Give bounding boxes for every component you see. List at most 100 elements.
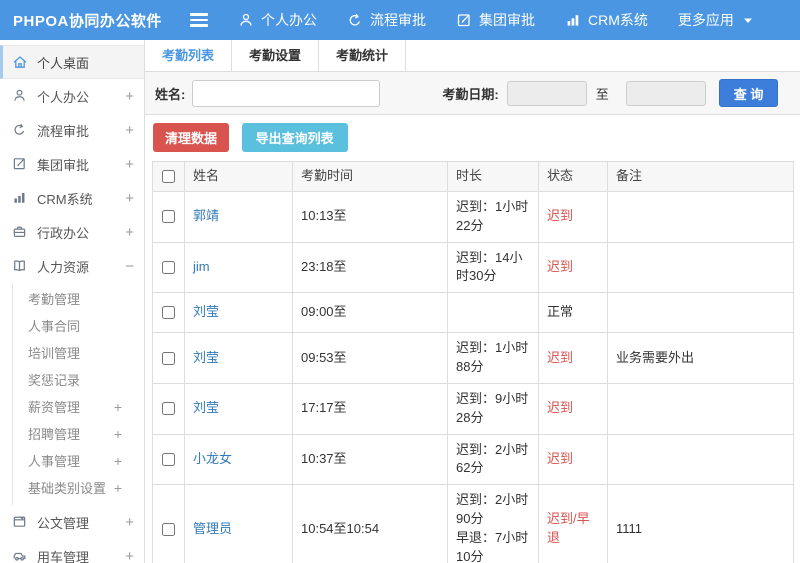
- late-duration: 迟到：9小时28分: [456, 390, 529, 425]
- date-to-separator: 至: [595, 86, 609, 102]
- sidebar-subitem-training-management[interactable]: 培训管理: [13, 339, 144, 366]
- home-icon: [12, 54, 28, 70]
- table-row: 刘莹 17:17至 迟到：9小时28分 迟到: [152, 382, 794, 435]
- expand-indicator[interactable]: +: [125, 190, 134, 207]
- table-row: 郭靖 10:13至 迟到：1小时22分 迟到: [152, 190, 794, 243]
- sidebar-item-label: 个人桌面: [37, 55, 90, 71]
- employee-name-link[interactable]: 刘莹: [193, 350, 219, 365]
- duration-cell: 迟到：1小时88分: [447, 332, 539, 384]
- status-text: 正常: [538, 292, 608, 334]
- expand-indicator[interactable]: +: [125, 122, 134, 139]
- sidebar-item-human-resources[interactable]: 人力资源 −: [0, 249, 144, 283]
- expand-indicator[interactable]: +: [114, 399, 122, 415]
- attendance-time: 09:00至: [292, 292, 448, 334]
- select-all-checkbox[interactable]: [162, 170, 175, 184]
- sidebar-subitem-reward-punishment[interactable]: 奖惩记录: [13, 366, 144, 393]
- date-to-input[interactable]: [625, 80, 706, 106]
- user-icon: [12, 88, 28, 104]
- sidebar-item-label: 用车管理: [37, 549, 90, 563]
- top-nav: 个人办公 流程审批 集团审批 CRM系统 更多应用: [238, 10, 753, 30]
- row-checkbox[interactable]: [162, 306, 175, 320]
- note-text: 1111: [607, 484, 794, 563]
- nav-group-approval[interactable]: 集团审批: [456, 10, 535, 30]
- user-icon: [238, 12, 254, 28]
- row-checkbox[interactable]: [162, 210, 175, 224]
- late-duration: 迟到：1小时22分: [456, 198, 529, 233]
- name-label: 姓名:: [155, 86, 186, 102]
- col-header-name: 姓名: [184, 161, 293, 192]
- employee-name-link[interactable]: 郭靖: [193, 208, 219, 223]
- sidebar-subitem-recruitment-management[interactable]: 招聘管理 +: [13, 420, 144, 447]
- expand-indicator[interactable]: +: [125, 88, 134, 105]
- tab-attendance-statistics[interactable]: 考勤统计: [319, 40, 406, 71]
- employee-name-link[interactable]: jim: [193, 259, 210, 274]
- sidebar-subitem-attendance-management[interactable]: 考勤管理: [13, 285, 144, 312]
- sidebar-item-label: 流程审批: [37, 123, 90, 139]
- query-button[interactable]: 查 询: [718, 79, 779, 107]
- sidebar-subitem-personnel-management[interactable]: 人事管理 +: [13, 447, 144, 474]
- process-icon: [347, 12, 363, 28]
- late-duration: 迟到：2小时62分: [456, 441, 529, 476]
- process-icon: [12, 122, 28, 138]
- sidebar-subitem-label: 奖惩记录: [28, 373, 81, 388]
- row-checkbox[interactable]: [162, 522, 175, 536]
- expand-indicator[interactable]: +: [125, 514, 134, 531]
- nav-crm-system[interactable]: CRM系统: [565, 10, 648, 30]
- expand-indicator[interactable]: +: [125, 224, 134, 241]
- employee-name-link[interactable]: 刘莹: [193, 304, 219, 319]
- sidebar-item-personal-office[interactable]: 个人办公 +: [0, 79, 144, 113]
- note-text: [607, 433, 794, 486]
- late-duration: 迟到：1小时88分: [456, 340, 529, 375]
- sidebar-subitem-label: 培训管理: [28, 346, 81, 361]
- nav-label: 集团审批: [479, 12, 535, 28]
- expand-indicator[interactable]: +: [114, 480, 122, 496]
- sidebar-item-personal-desktop[interactable]: 个人桌面: [0, 45, 144, 79]
- duration-cell: 迟到：1小时22分: [447, 190, 539, 243]
- sidebar-subitem-salary-management[interactable]: 薪资管理 +: [13, 393, 144, 420]
- expand-indicator[interactable]: +: [125, 156, 134, 173]
- employee-name-link[interactable]: 小龙女: [193, 451, 232, 466]
- status-text: 迟到: [538, 332, 608, 384]
- main-area: 考勤列表 考勤设置 考勤统计 姓名: 考勤日期: 至 查 询 清理数据 导出查询…: [145, 40, 800, 563]
- sidebar-item-group-approval[interactable]: 集团审批 +: [0, 147, 144, 181]
- tab-attendance-list[interactable]: 考勤列表: [145, 40, 232, 71]
- hamburger-menu-icon[interactable]: [190, 10, 210, 30]
- row-checkbox[interactable]: [162, 261, 175, 275]
- export-list-button[interactable]: 导出查询列表: [241, 123, 348, 152]
- expand-indicator[interactable]: +: [125, 548, 134, 563]
- nav-process-approval[interactable]: 流程审批: [347, 10, 426, 30]
- note-text: [607, 241, 794, 294]
- nav-label: 更多应用: [677, 12, 734, 28]
- employee-name-link[interactable]: 管理员: [193, 521, 232, 536]
- bar-chart-icon: [565, 12, 581, 28]
- sidebar-item-label: 公文管理: [37, 515, 90, 531]
- sidebar-subitem-hr-contract[interactable]: 人事合同: [13, 312, 144, 339]
- sidebar-item-document-management[interactable]: 公文管理 +: [0, 505, 144, 539]
- sidebar-item-vehicle-management[interactable]: 用车管理 +: [0, 539, 144, 563]
- caret-down-icon: [743, 16, 753, 25]
- sidebar-item-crm-system[interactable]: CRM系统 +: [0, 181, 144, 215]
- row-checkbox[interactable]: [162, 453, 175, 467]
- attendance-time: 10:13至: [292, 190, 448, 243]
- clean-data-button[interactable]: 清理数据: [153, 123, 230, 152]
- attendance-time: 17:17至: [292, 382, 448, 435]
- expand-indicator[interactable]: +: [114, 426, 122, 442]
- row-checkbox[interactable]: [162, 402, 175, 416]
- status-text: 迟到: [538, 241, 608, 294]
- collapse-indicator[interactable]: −: [125, 258, 134, 275]
- employee-name-link[interactable]: 刘莹: [193, 400, 219, 415]
- sidebar-subitem-base-category-settings[interactable]: 基础类别设置 +: [13, 474, 144, 501]
- nav-more-apps[interactable]: 更多应用: [678, 10, 753, 30]
- sidebar-subitem-label: 人事合同: [28, 319, 81, 334]
- attendance-time: 10:54至10:54: [292, 484, 448, 563]
- tab-attendance-settings[interactable]: 考勤设置: [232, 40, 319, 71]
- expand-indicator[interactable]: +: [114, 453, 122, 469]
- sidebar-item-process-approval[interactable]: 流程审批 +: [0, 113, 144, 147]
- sidebar-item-admin-office[interactable]: 行政办公 +: [0, 215, 144, 249]
- name-search-input[interactable]: [192, 79, 381, 107]
- date-from-input[interactable]: [506, 80, 587, 106]
- nav-personal-office[interactable]: 个人办公: [238, 10, 317, 30]
- row-checkbox[interactable]: [162, 351, 175, 365]
- edit-icon: [456, 12, 472, 28]
- nav-label: 个人办公: [261, 12, 317, 28]
